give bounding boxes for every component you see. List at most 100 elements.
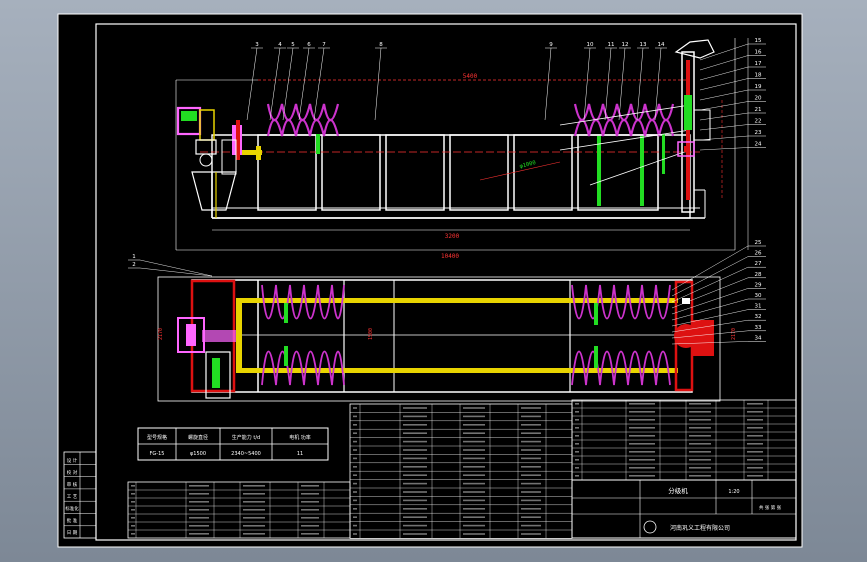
bom-cell-mark	[463, 499, 485, 502]
rev-4: 标准化	[65, 505, 79, 512]
cad-viewport[interactable]: 5400 3200 10400 φ1000 1500 2170 2170 3 4…	[0, 0, 867, 562]
bom-cell-mark	[403, 440, 427, 443]
bom-cell-mark	[575, 427, 579, 429]
bom-cell-mark	[521, 449, 541, 451]
spec-v3: 11	[297, 451, 303, 457]
title-company: 河南巩义工程有限公司	[670, 524, 730, 532]
bom-cell-mark	[463, 407, 485, 409]
bom-cell-mark	[243, 501, 265, 503]
balloon-20: 20	[755, 96, 762, 102]
bom-cell-mark	[747, 451, 763, 453]
balloon-12: 12	[622, 42, 629, 48]
bom-cell-mark	[629, 435, 655, 437]
bom-cell-mark	[189, 517, 209, 519]
rev-3: 工 艺	[67, 494, 78, 500]
bom-cell-mark	[189, 509, 209, 511]
bom-cell-mark	[521, 491, 541, 493]
bom-cell-mark	[629, 443, 655, 445]
bom-cell-mark	[189, 525, 209, 527]
bom-cell-mark	[353, 466, 357, 468]
bom-cell-mark	[689, 467, 711, 469]
bom-cell-mark	[403, 474, 427, 476]
rev-5: 批 准	[67, 517, 78, 524]
balloon-32: 32	[755, 314, 762, 320]
bom-cell-mark	[353, 533, 357, 535]
bom-cell-mark	[689, 459, 711, 461]
bom-cell-mark	[521, 474, 541, 476]
bom-cell-mark	[243, 493, 265, 495]
balloon-23: 23	[755, 130, 762, 136]
bom-cell-mark	[403, 466, 427, 468]
bom-cell-mark	[629, 475, 655, 477]
bom-cell-mark	[353, 474, 357, 476]
bom-cell-mark	[463, 533, 485, 535]
balloon-7: 7	[322, 42, 326, 48]
bom-cell-mark	[403, 491, 427, 493]
bom-cell-mark	[463, 482, 485, 485]
bom-cell-mark	[463, 466, 485, 468]
bom-cell-mark	[403, 432, 427, 434]
bom-cell-mark	[521, 516, 541, 518]
balloon-5: 5	[291, 42, 295, 48]
balloon-10: 10	[587, 42, 594, 48]
bom-cell-mark	[131, 509, 135, 511]
bom-cell-mark	[189, 501, 209, 503]
bom-cell-mark	[689, 427, 711, 429]
bom-cell-mark	[629, 427, 655, 429]
bom-cell-mark	[463, 524, 485, 527]
balloon-30: 30	[755, 293, 762, 299]
bom-cell-mark	[689, 435, 711, 437]
elev-dim-top: 5400	[463, 73, 478, 80]
balloon-9: 9	[549, 42, 553, 48]
bom-cell-mark	[521, 424, 541, 426]
balloon-18: 18	[755, 73, 762, 79]
bom-cell-mark	[629, 467, 655, 469]
bom-cell-mark	[243, 509, 265, 511]
bom-cell-mark	[689, 475, 711, 477]
bom-cell-mark	[403, 524, 427, 527]
bom-cell-mark	[629, 411, 655, 413]
bom-cell-mark	[521, 457, 541, 460]
bom-cell-mark	[521, 524, 541, 527]
bom-cell-mark	[747, 411, 763, 413]
rev-1: 校 对	[67, 469, 78, 476]
bom-cell-mark	[353, 524, 357, 527]
elev-dim-bottom: 3200	[445, 233, 460, 240]
bom-cell-mark	[575, 403, 579, 405]
bom-cell-mark	[521, 440, 541, 443]
bom-cell-mark	[521, 499, 541, 502]
bom-cell-mark	[463, 457, 485, 460]
title-scale: 1:20	[728, 489, 739, 495]
bom-cell-mark	[301, 517, 319, 519]
bom-cell-mark	[189, 485, 209, 487]
bom-cell-mark	[463, 449, 485, 451]
bom-cell-mark	[575, 459, 579, 461]
balloon-6: 6	[307, 42, 311, 48]
title-sheet: 共 张 第 张	[759, 504, 782, 511]
bom-cell-mark	[689, 451, 711, 453]
rev-2: 审 核	[67, 481, 78, 488]
bom-cell-mark	[575, 475, 579, 477]
balloon-11: 11	[608, 42, 615, 48]
bom-cell-mark	[243, 525, 265, 527]
balloon-25: 25	[755, 240, 762, 246]
bom-cell-mark	[629, 459, 655, 461]
balloon-28: 28	[755, 272, 762, 278]
bom-cell-mark	[747, 435, 763, 437]
spec-h0: 型号规格	[147, 434, 167, 441]
bom-cell-mark	[521, 466, 541, 468]
plan-dim-left: 2170	[158, 328, 164, 340]
bom-cell-mark	[243, 533, 265, 535]
bom-cell-mark	[463, 440, 485, 443]
bom-cell-mark	[403, 457, 427, 460]
bom-cell-mark	[747, 419, 763, 421]
bom-cell-mark	[521, 432, 541, 434]
bom-cell-mark	[131, 525, 135, 527]
balloon-17: 17	[755, 61, 762, 67]
bom-cell-mark	[463, 432, 485, 434]
bom-cell-mark	[403, 407, 427, 409]
bom-cell-mark	[353, 432, 357, 434]
bom-cell-mark	[575, 411, 579, 413]
bom-cell-mark	[403, 533, 427, 535]
bom-cell-mark	[131, 493, 135, 495]
